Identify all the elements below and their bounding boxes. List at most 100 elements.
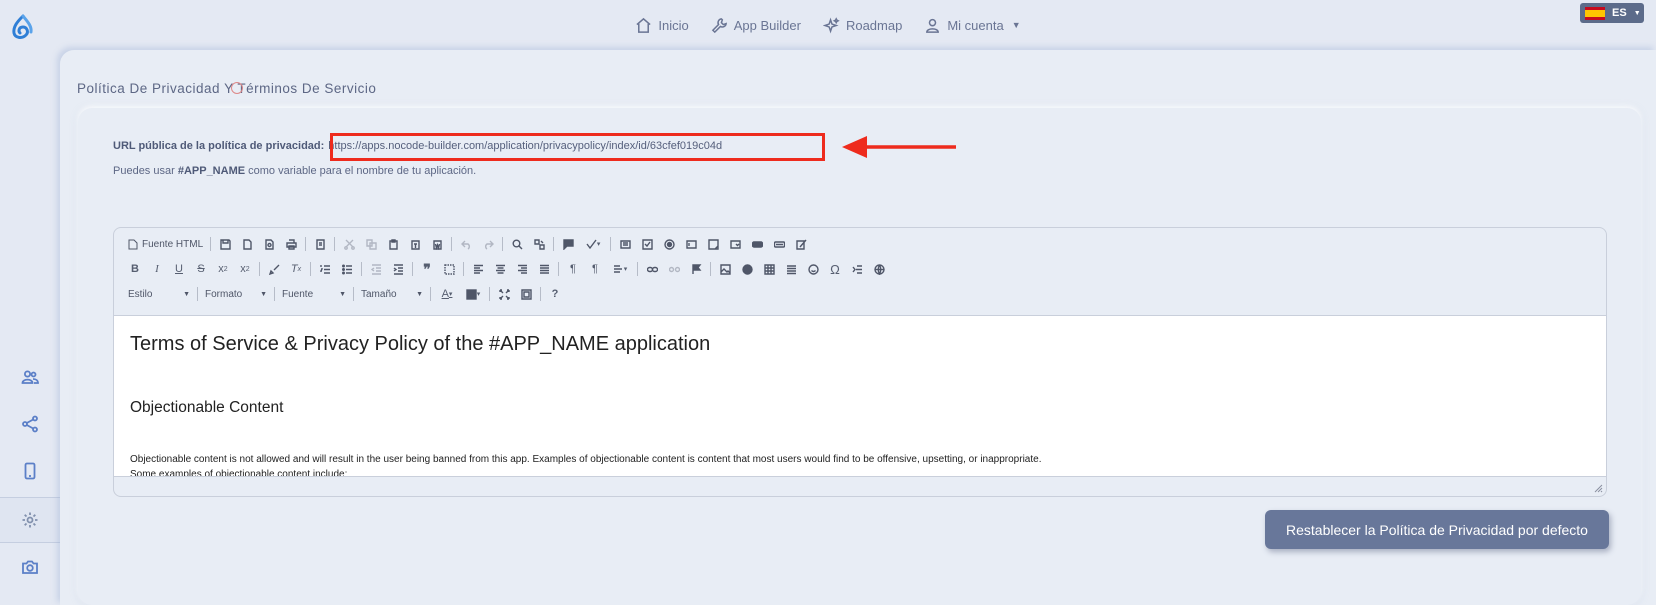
save-button[interactable]: [214, 234, 236, 254]
select-button[interactable]: [724, 234, 746, 254]
hidden-field-button[interactable]: [790, 234, 812, 254]
text-color-button[interactable]: A ▾: [434, 284, 460, 304]
replace-button[interactable]: [528, 234, 550, 254]
flash-button[interactable]: [736, 259, 758, 279]
ltr-button[interactable]: ¶: [562, 259, 584, 279]
table-button[interactable]: [758, 259, 780, 279]
link-button[interactable]: [641, 259, 663, 279]
source-html-button[interactable]: Fuente HTML: [124, 239, 207, 250]
blockquote-button[interactable]: ❞: [416, 259, 438, 279]
horizontal-rule-button[interactable]: [780, 259, 802, 279]
camera-icon: [22, 560, 38, 574]
special-char-button[interactable]: Ω: [824, 259, 846, 279]
editor-content-area[interactable]: Terms of Service & Privacy Policy of the…: [114, 315, 1606, 477]
indent-button[interactable]: [387, 259, 409, 279]
paste-text-button[interactable]: [404, 234, 426, 254]
textarea-button[interactable]: [702, 234, 724, 254]
align-right-icon: [517, 264, 527, 274]
numbered-list-button[interactable]: [314, 259, 336, 279]
bulleted-list-icon: [341, 264, 352, 274]
remove-format-button[interactable]: Tx: [285, 259, 307, 279]
outdent-button[interactable]: [365, 259, 387, 279]
sidebar-item-users[interactable]: [0, 354, 60, 400]
sidebar-item-share[interactable]: [0, 401, 60, 447]
justify-button[interactable]: [533, 259, 555, 279]
radio-button[interactable]: [658, 234, 680, 254]
nav-roadmap[interactable]: Roadmap: [822, 16, 902, 34]
maximize-button[interactable]: [493, 284, 515, 304]
source-icon: [128, 239, 138, 249]
copy-format-button[interactable]: [263, 259, 285, 279]
underline-button[interactable]: U: [168, 259, 190, 279]
sparkle-icon: [822, 16, 840, 34]
nav-inicio[interactable]: Inicio: [635, 17, 689, 34]
language-selector[interactable]: ES ▼: [1580, 3, 1644, 23]
italic-button[interactable]: I: [146, 259, 168, 279]
anchor-button[interactable]: [685, 259, 707, 279]
textfield-button[interactable]: [680, 234, 702, 254]
editor-toolbar-row-1: Fuente HTML ▾: [124, 234, 812, 254]
font-combo-label: Fuente: [282, 288, 314, 300]
user-icon: [926, 18, 940, 33]
paste-text-icon: [410, 239, 420, 250]
toolbar-separator: [502, 237, 504, 251]
find-button[interactable]: [506, 234, 528, 254]
align-right-button[interactable]: [511, 259, 533, 279]
textfield-icon: [685, 239, 697, 249]
rtl-button[interactable]: ¶: [584, 259, 606, 279]
bold-button[interactable]: B: [124, 259, 146, 279]
preview-button[interactable]: [258, 234, 280, 254]
format-combo[interactable]: Formato ▼: [201, 289, 271, 300]
div-container-button[interactable]: [438, 259, 460, 279]
sidebar-item-mobile[interactable]: [0, 448, 60, 494]
iframe-button[interactable]: [868, 259, 890, 279]
spellcheck-button[interactable]: ▾: [579, 234, 607, 254]
checkbox-button[interactable]: [636, 234, 658, 254]
redo-button[interactable]: [477, 234, 499, 254]
font-combo[interactable]: Fuente ▼: [278, 289, 350, 300]
reset-privacy-policy-button[interactable]: Restablecer la Política de Privacidad po…: [1265, 510, 1609, 549]
size-combo[interactable]: Tamaño ▼: [357, 289, 427, 300]
page-break-button[interactable]: [846, 259, 868, 279]
copy-button[interactable]: [360, 234, 382, 254]
align-center-button[interactable]: [489, 259, 511, 279]
nav-app-builder[interactable]: App Builder: [711, 17, 801, 34]
comment-button[interactable]: [557, 234, 579, 254]
paste-button[interactable]: [382, 234, 404, 254]
button-button[interactable]: [746, 234, 768, 254]
toolbar-separator: [259, 262, 260, 276]
superscript-button[interactable]: x2: [234, 259, 256, 279]
nav-inicio-label: Inicio: [658, 17, 689, 33]
undo-button[interactable]: [455, 234, 477, 254]
spellcheck-icon: [586, 239, 597, 249]
new-page-button[interactable]: [236, 234, 258, 254]
print-icon: [285, 238, 297, 250]
chevron-down-icon: ▾: [448, 291, 453, 298]
language-code: ES: [1612, 7, 1627, 19]
spain-flag-icon: [1585, 6, 1605, 20]
show-blocks-button[interactable]: [515, 284, 537, 304]
sidebar-item-camera[interactable]: [0, 544, 60, 590]
print-button[interactable]: [280, 234, 302, 254]
cut-button[interactable]: [338, 234, 360, 254]
help-button[interactable]: ?: [544, 284, 566, 304]
image-icon: [719, 263, 731, 275]
language-button[interactable]: ▾: [606, 259, 634, 279]
image-button[interactable]: [714, 259, 736, 279]
image-button-button[interactable]: [768, 234, 790, 254]
unlink-button[interactable]: [663, 259, 685, 279]
form-button[interactable]: [614, 234, 636, 254]
style-combo[interactable]: Estilo ▼: [124, 289, 194, 300]
bulleted-list-button[interactable]: [336, 259, 358, 279]
subscript-button[interactable]: x2: [212, 259, 234, 279]
paste-word-button[interactable]: [426, 234, 448, 254]
resize-handle-icon[interactable]: [1594, 484, 1603, 493]
bg-color-button[interactable]: ▾: [460, 284, 486, 304]
sidebar-item-settings[interactable]: [0, 497, 60, 543]
templates-button[interactable]: [309, 234, 331, 254]
toolbar-separator: [451, 237, 453, 251]
strike-button[interactable]: S: [190, 259, 212, 279]
smiley-button[interactable]: [802, 259, 824, 279]
nav-mi-cuenta[interactable]: Mi cuenta ▼: [924, 17, 1021, 34]
align-left-button[interactable]: [467, 259, 489, 279]
